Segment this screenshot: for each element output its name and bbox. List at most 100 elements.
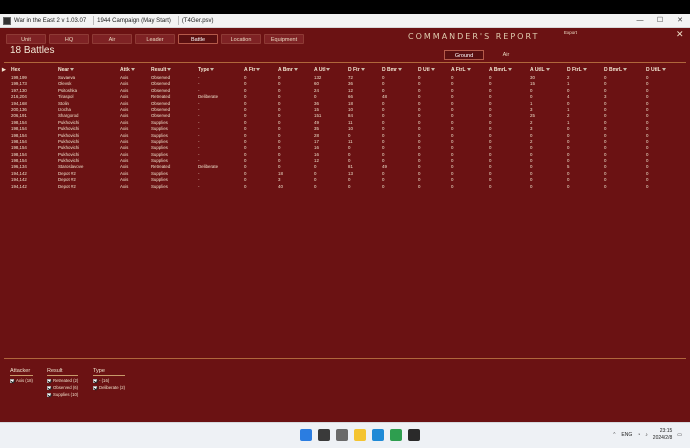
tab-equipment[interactable]: Equipment (264, 34, 304, 44)
table-row[interactable]: 194,142 Depot #2 Axis Supplies - 0 40 0 0 0 0 0 0 0 0 0… (0, 184, 690, 190)
tray-chevron-icon[interactable]: ⌃ (612, 432, 616, 438)
chrome-browser-icon[interactable] (390, 429, 402, 441)
tab-unit[interactable]: Unit (6, 34, 46, 44)
column-header[interactable]: A FtrL (451, 67, 471, 73)
filter-icon[interactable] (507, 68, 512, 72)
filter-icon[interactable] (360, 68, 365, 72)
filter-icon[interactable] (326, 68, 331, 72)
volume-icon[interactable]: ♪ (645, 432, 648, 438)
checkbox-icon[interactable] (93, 378, 97, 383)
filter-item[interactable]: Deliberate (2) (93, 384, 125, 391)
task-view-icon[interactable] (336, 429, 348, 441)
filter-icon[interactable] (466, 68, 471, 72)
column-header[interactable]: Result (151, 67, 172, 73)
column-header-label: D BmrL (604, 67, 623, 73)
minimize-icon[interactable]: — (630, 14, 650, 28)
filter-group-result: Result Retreated (2) Observed (6) Suppli… (47, 368, 79, 398)
table-cell: 0 (348, 183, 351, 189)
close-report-button[interactable]: ✕ (676, 30, 684, 39)
table-cell: Supplies (151, 183, 168, 189)
filter-icon[interactable] (210, 68, 215, 72)
column-header[interactable]: A Ftr (244, 67, 261, 73)
checkbox-icon[interactable] (47, 385, 51, 390)
subtab-air[interactable]: Air (486, 50, 526, 60)
column-header[interactable]: A UtlL (530, 67, 550, 73)
filter-icon[interactable] (293, 68, 298, 72)
column-header-label: D Bmr (382, 67, 398, 73)
export-button[interactable]: Export (564, 30, 577, 35)
clock[interactable]: 23:15 2024/2/8 (653, 428, 672, 442)
start-icon[interactable] (300, 429, 312, 441)
filter-item-label: - (16) (99, 378, 110, 383)
sort-arrow-icon[interactable]: ▶ (2, 67, 6, 73)
maximize-icon[interactable]: ☐ (650, 14, 670, 28)
column-header[interactable]: D UtlL (646, 67, 666, 73)
edge-browser-icon[interactable] (372, 429, 384, 441)
column-header[interactable]: D FtrL (567, 67, 587, 73)
filter-icon[interactable] (398, 68, 403, 72)
report-title: COMMANDER'S REPORT (408, 32, 540, 41)
filter-icon[interactable] (167, 68, 172, 72)
tab-battle[interactable]: Battle (178, 34, 218, 44)
file-explorer-icon[interactable] (354, 429, 366, 441)
filter-icon[interactable] (430, 68, 435, 72)
column-header[interactable]: D Bmr (382, 67, 403, 73)
table-cell: 0 (604, 183, 607, 189)
column-header[interactable]: D Ftr (348, 67, 365, 73)
checkbox-icon[interactable] (10, 378, 14, 383)
filter-item[interactable]: Axis (18) (10, 377, 33, 384)
filter-icon[interactable] (70, 68, 75, 72)
column-header[interactable]: Attk (120, 67, 135, 73)
filter-icon[interactable] (130, 68, 135, 72)
table-cell: 0 (530, 183, 533, 189)
app-icon (3, 16, 11, 25)
filter-item-label: Axis (18) (16, 378, 33, 383)
taskbar-apps (300, 429, 420, 441)
column-header[interactable]: Hex (11, 67, 20, 73)
notification-icon[interactable]: ▭ (677, 432, 682, 438)
screen-top-bar (0, 0, 690, 14)
filter-icon[interactable] (545, 68, 550, 72)
filter-item[interactable]: Observed (6) (47, 384, 78, 391)
column-header-label: A Ftr (244, 67, 256, 73)
column-header[interactable]: D BmrL (604, 67, 628, 73)
column-header[interactable]: A Utl (314, 67, 331, 73)
checkbox-icon[interactable] (47, 392, 51, 397)
filter-icon[interactable] (661, 68, 666, 72)
column-header-label: Near (58, 67, 70, 73)
filter-icon[interactable] (623, 68, 628, 72)
language-indicator[interactable]: ENG (621, 432, 632, 438)
search-icon[interactable] (318, 429, 330, 441)
subtab-ground[interactable]: Ground (444, 50, 484, 60)
column-header[interactable]: Type (198, 67, 215, 73)
column-header[interactable]: D Utl (418, 67, 435, 73)
filter-item[interactable]: Retreated (2) (47, 377, 78, 384)
save-file-name: (T4Ger.psv) (181, 17, 214, 24)
filter-item-label: Deliberate (2) (99, 385, 126, 390)
tab-hq[interactable]: HQ (49, 34, 89, 44)
system-tray: ⌃ ENG ◔ ♪ 23:15 2024/2/8 ▭ (612, 428, 682, 442)
checkbox-icon[interactable] (93, 385, 97, 390)
column-header[interactable]: A Bmr (278, 67, 298, 73)
filter-item[interactable]: Supplies (10) (47, 391, 78, 398)
tab-air[interactable]: Air (92, 34, 132, 44)
network-icon[interactable]: ◔ (637, 432, 640, 438)
column-header[interactable]: A BmrL (489, 67, 512, 73)
filter-icon[interactable] (256, 68, 261, 72)
title-separator (93, 16, 95, 25)
checkbox-icon[interactable] (47, 378, 51, 383)
filter-icon[interactable] (582, 68, 587, 72)
filter-item-label: Observed (6) (53, 385, 79, 390)
tab-leader[interactable]: Leader (135, 34, 175, 44)
clock-date: 2024/2/8 (652, 435, 673, 441)
filter-item[interactable]: - (16) (93, 377, 125, 384)
window-controls: — ☐ ✕ (630, 14, 690, 28)
table-cell: 0 (314, 183, 317, 189)
game-app-icon[interactable] (408, 429, 420, 441)
window-title: War in the East 2 v 1.03.07 (14, 17, 87, 24)
title-separator (177, 16, 179, 25)
window-close-icon[interactable]: ✕ (670, 14, 690, 28)
tab-location[interactable]: Location (221, 34, 261, 44)
windows-taskbar: ⌃ ENG ◔ ♪ 23:15 2024/2/8 ▭ (0, 422, 690, 448)
column-header[interactable]: Near (58, 67, 75, 73)
